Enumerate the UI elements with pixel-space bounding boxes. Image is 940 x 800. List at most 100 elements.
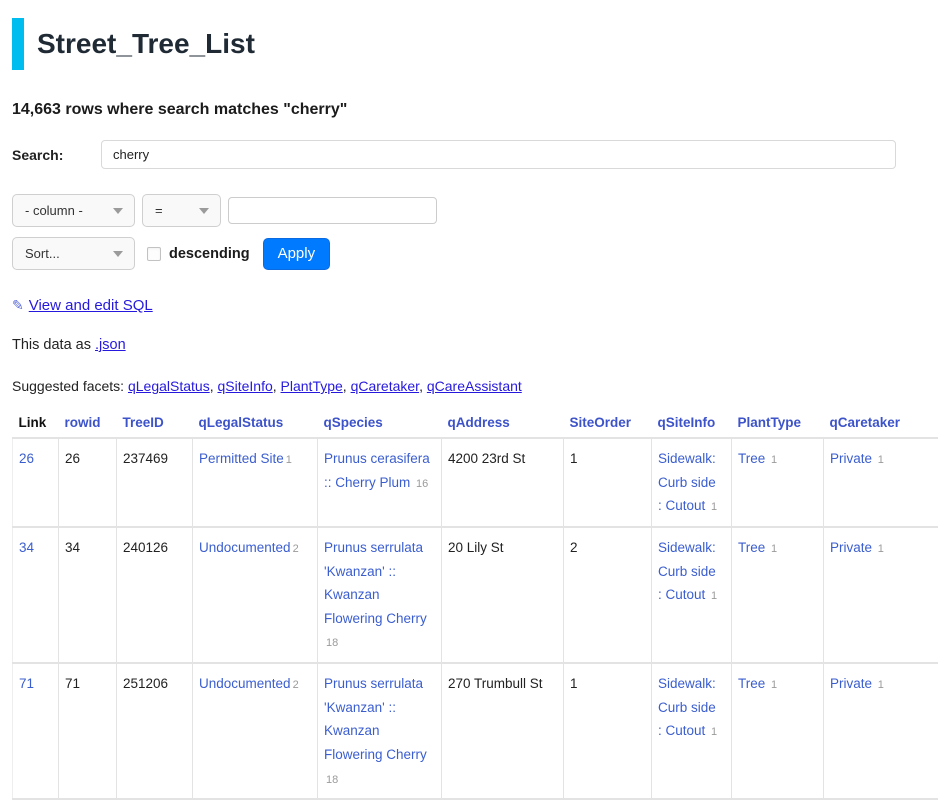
qspecies-facet-link[interactable]: Prunus serrulata 'Kwanzan' :: Kwanzan Fl… [324, 540, 427, 626]
siteorder-cell: 2 [564, 527, 652, 663]
sort-by-qlegalstatus-link[interactable]: qLegalStatus [199, 415, 284, 430]
table-header-treeid: TreeID [117, 409, 193, 438]
siteorder-cell: 1 [564, 663, 652, 799]
qsiteinfo-facet-link[interactable]: Sidewalk: Curb side : Cutout [658, 540, 716, 602]
descending-checkbox[interactable] [147, 247, 161, 261]
sort-by-qsiteinfo-link[interactable]: qSiteInfo [658, 415, 716, 430]
facet-count: 16 [416, 478, 428, 490]
table-header-qlegalstatus: qLegalStatus [193, 409, 318, 438]
qspecies-facet-link[interactable]: Prunus cerasifera :: Cherry Plum [324, 451, 430, 490]
qcaretaker-facet-link[interactable]: Private [830, 676, 872, 691]
table-header-siteorder: SiteOrder [564, 409, 652, 438]
table-row: 26 26 237469 Permitted Site1 Prunus cera… [13, 438, 939, 527]
facet-link-qcaretaker[interactable]: qCaretaker [351, 378, 419, 394]
table-row: 34 34 240126 Undocumented2 Prunus serrul… [13, 527, 939, 663]
results-table: Link rowid TreeID qLegalStatus qSpecies … [12, 409, 938, 800]
planttype-facet-link[interactable]: Tree [738, 451, 765, 466]
qspecies-cell: Prunus cerasifera :: Cherry Plum 16 [318, 438, 442, 527]
table-header-rowid: rowid [59, 409, 117, 438]
sort-by-siteorder-link[interactable]: SiteOrder [570, 415, 632, 430]
facet-count: 2 [293, 679, 299, 691]
view-edit-sql-link[interactable]: View and edit SQL [29, 297, 153, 314]
filter-row: - column - = [12, 194, 926, 227]
row-detail-link[interactable]: 34 [19, 540, 34, 555]
table-header-link: Link [13, 409, 59, 438]
filter-value-input[interactable] [228, 197, 437, 224]
qsiteinfo-cell: Sidewalk: Curb side : Cutout 1 [652, 527, 732, 663]
qspecies-cell: Prunus serrulata 'Kwanzan' :: Kwanzan Fl… [318, 663, 442, 799]
page-title: Street_Tree_List [37, 28, 255, 60]
qlegalstatus-cell: Undocumented2 [193, 663, 318, 799]
sort-by-treeid-link[interactable]: TreeID [123, 415, 164, 430]
planttype-facet-link[interactable]: Tree [738, 540, 765, 555]
facet-link-qsiteinfo[interactable]: qSiteInfo [217, 378, 272, 394]
sort-select[interactable]: Sort... [12, 237, 135, 270]
qaddress-cell: 4200 23rd St [442, 438, 564, 527]
sort-by-planttype-link[interactable]: PlantType [738, 415, 802, 430]
qspecies-facet-link[interactable]: Prunus serrulata 'Kwanzan' :: Kwanzan Fl… [324, 676, 427, 762]
search-input[interactable] [101, 140, 896, 169]
chevron-down-icon [113, 208, 123, 214]
column-select[interactable]: - column - [12, 194, 135, 227]
facet-count: 1 [878, 679, 884, 691]
qcaretaker-cell: Private 1 [824, 663, 939, 799]
sort-by-qcaretaker-link[interactable]: qCaretaker [830, 415, 901, 430]
qlegalstatus-facet-link[interactable]: Undocumented [199, 676, 291, 691]
qsiteinfo-facet-link[interactable]: Sidewalk: Curb side : Cutout [658, 451, 716, 513]
apply-button[interactable]: Apply [263, 238, 331, 270]
table-header-row: Link rowid TreeID qLegalStatus qSpecies … [13, 409, 939, 438]
treeid-cell: 251206 [117, 663, 193, 799]
page: Street_Tree_List 14,663 rows where searc… [0, 18, 940, 800]
facet-count: 1 [771, 679, 777, 691]
chevron-down-icon [113, 251, 123, 257]
rowid-cell: 34 [59, 527, 117, 663]
planttype-cell: Tree 1 [732, 438, 824, 527]
qsiteinfo-cell: Sidewalk: Curb side : Cutout 1 [652, 663, 732, 799]
suggested-facets-row: Suggested facets: qLegalStatus qSiteInfo P… [12, 378, 926, 394]
table-header-qsiteinfo: qSiteInfo [652, 409, 732, 438]
table-header-qcaretaker: qCaretaker [824, 409, 939, 438]
operator-select-value: = [155, 203, 163, 218]
sort-by-qaddress-link[interactable]: qAddress [448, 415, 510, 430]
qlegalstatus-cell: Permitted Site1 [193, 438, 318, 527]
qlegalstatus-facet-link[interactable]: Undocumented [199, 540, 291, 555]
qsiteinfo-cell: Sidewalk: Curb side : Cutout 1 [652, 438, 732, 527]
qsiteinfo-facet-link[interactable]: Sidewalk: Curb side : Cutout [658, 676, 716, 738]
facet-count: 1 [878, 454, 884, 466]
row-detail-link[interactable]: 71 [19, 676, 34, 691]
siteorder-cell: 1 [564, 438, 652, 527]
sort-row: Sort... descending Apply [12, 237, 926, 270]
pencil-icon: ✎ [12, 297, 24, 313]
qcaretaker-cell: Private 1 [824, 438, 939, 527]
row-detail-link[interactable]: 26 [19, 451, 34, 466]
facet-count: 1 [878, 543, 884, 555]
qcaretaker-facet-link[interactable]: Private [830, 451, 872, 466]
facet-count: 18 [326, 637, 338, 649]
facet-count: 1 [711, 590, 717, 602]
row-link-cell: 26 [13, 438, 59, 527]
facet-count: 1 [771, 543, 777, 555]
row-count-summary: 14,663 rows where search matches "cherry… [12, 101, 926, 119]
facet-link-planttype[interactable]: PlantType [281, 378, 343, 394]
row-link-cell: 71 [13, 663, 59, 799]
qaddress-cell: 20 Lily St [442, 527, 564, 663]
treeid-cell: 237469 [117, 438, 193, 527]
row-link-cell: 34 [13, 527, 59, 663]
facet-link-qlegalstatus[interactable]: qLegalStatus [128, 378, 210, 394]
suggested-facets-label: Suggested facets: [12, 378, 128, 394]
table-row: 71 71 251206 Undocumented2 Prunus serrul… [13, 663, 939, 799]
operator-select[interactable]: = [142, 194, 221, 227]
sort-by-rowid-link[interactable]: rowid [65, 415, 101, 430]
planttype-facet-link[interactable]: Tree [738, 676, 765, 691]
json-export-link[interactable]: .json [95, 337, 126, 353]
sort-by-qspecies-link[interactable]: qSpecies [324, 415, 383, 430]
qlegalstatus-facet-link[interactable]: Permitted Site [199, 451, 284, 466]
qcaretaker-facet-link[interactable]: Private [830, 540, 872, 555]
facet-link-qcareassistant[interactable]: qCareAssistant [427, 378, 522, 394]
search-label: Search: [12, 147, 101, 163]
chevron-down-icon [199, 208, 209, 214]
qaddress-cell: 270 Trumbull St [442, 663, 564, 799]
planttype-cell: Tree 1 [732, 663, 824, 799]
table-header-qaddress: qAddress [442, 409, 564, 438]
facet-count: 18 [326, 774, 338, 786]
